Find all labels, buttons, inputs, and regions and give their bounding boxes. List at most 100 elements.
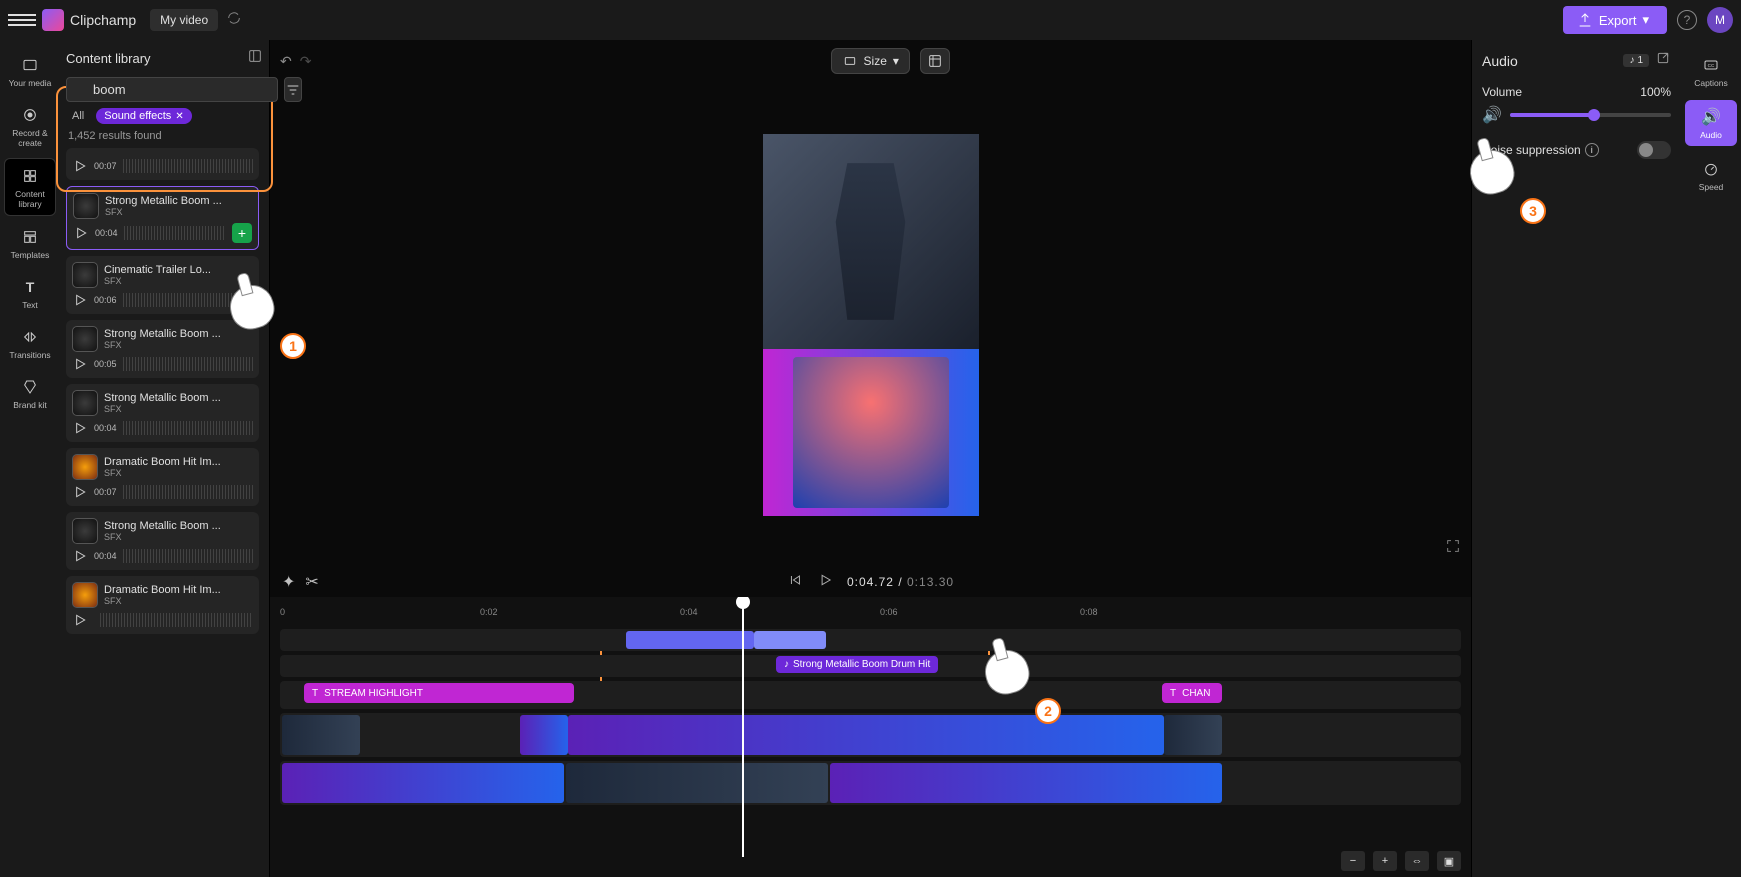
popout-button[interactable] xyxy=(1655,50,1671,71)
menu-button[interactable] xyxy=(8,6,36,34)
sfx-title: Strong Metallic Boom ... xyxy=(104,328,221,340)
chip-remove-icon[interactable]: ✕ xyxy=(175,111,183,122)
video-clip[interactable] xyxy=(568,715,1164,755)
playhead[interactable] xyxy=(742,597,744,857)
media-icon xyxy=(19,54,41,76)
sfx-item[interactable]: Dramatic Boom Hit Im... SFX xyxy=(66,576,259,634)
rail-text[interactable]: T Text xyxy=(4,270,56,316)
sfx-waveform xyxy=(123,293,253,307)
sfx-play-button[interactable] xyxy=(72,158,88,174)
video-track-2[interactable] xyxy=(280,761,1461,805)
rail-label: Captions xyxy=(1694,78,1728,88)
video-clip[interactable] xyxy=(566,763,828,803)
sfx-item[interactable]: 00:07 xyxy=(66,148,259,180)
sfx-play-button[interactable] xyxy=(73,225,89,241)
rail-label: Text xyxy=(22,300,38,310)
zoom-in-button[interactable]: + xyxy=(1373,851,1397,871)
sfx-play-button[interactable] xyxy=(72,292,88,308)
redo-button[interactable]: ↷ xyxy=(300,53,312,70)
video-clip[interactable] xyxy=(282,763,564,803)
video-track-1[interactable] xyxy=(280,713,1461,757)
project-name[interactable]: My video xyxy=(150,9,218,31)
export-label: Export xyxy=(1599,13,1637,28)
sfx-thumbnail xyxy=(72,262,98,288)
export-button[interactable]: Export ▾ xyxy=(1563,6,1667,34)
rail-templates[interactable]: Templates xyxy=(4,220,56,266)
sfx-title: Dramatic Boom Hit Im... xyxy=(104,584,221,596)
rail-record-create[interactable]: Record & create xyxy=(4,98,56,154)
audio-track-2[interactable]: ♪ Strong Metallic Boom Drum Hit xyxy=(280,655,1461,677)
preview-area[interactable] xyxy=(270,82,1471,567)
add-to-timeline-button[interactable]: + xyxy=(232,223,252,243)
sfx-item[interactable]: Cinematic Trailer Lo... SFX 00:06 xyxy=(66,256,259,314)
rail-label: Content library xyxy=(5,189,55,209)
rrail-captions[interactable]: CC Captions xyxy=(1685,48,1737,94)
rail-your-media[interactable]: Your media xyxy=(4,48,56,94)
sfx-play-button[interactable] xyxy=(72,484,88,500)
sfx-item[interactable]: Strong Metallic Boom ... SFX 00:04 xyxy=(66,384,259,442)
undo-button[interactable]: ↶ xyxy=(280,53,292,70)
video-clip[interactable] xyxy=(1164,715,1222,755)
timeline[interactable]: 00:020:040:060:08 ♪ Strong Metallic Boom… xyxy=(270,597,1471,877)
rail-label: Templates xyxy=(11,250,50,260)
sfx-tag: SFX xyxy=(105,207,222,217)
rail-content-library[interactable]: Content library xyxy=(4,158,56,216)
rrail-audio[interactable]: 🔊 Audio xyxy=(1685,100,1737,146)
sfx-thumbnail xyxy=(72,390,98,416)
sfx-item[interactable]: Strong Metallic Boom ... SFX 00:04 + xyxy=(66,186,259,250)
play-button[interactable] xyxy=(817,572,833,593)
video-clip[interactable] xyxy=(830,763,1222,803)
help-button[interactable]: ? xyxy=(1677,10,1697,30)
rail-transitions[interactable]: Transitions xyxy=(4,320,56,366)
panel-title: Content library xyxy=(66,51,151,66)
chip-all[interactable]: All xyxy=(66,108,90,124)
video-clip[interactable] xyxy=(520,715,568,755)
text-clip-b[interactable]: T CHAN xyxy=(1162,683,1222,703)
audio-pill[interactable]: ♪ Strong Metallic Boom Drum Hit xyxy=(776,656,938,673)
rail-label: Transitions xyxy=(9,350,50,360)
video-clip[interactable] xyxy=(282,715,360,755)
badge-count: 1 xyxy=(1637,55,1643,66)
split-button[interactable]: ✂ xyxy=(305,572,318,592)
zoom-out-button[interactable]: − xyxy=(1341,851,1365,871)
sfx-tag: SFX xyxy=(104,276,211,286)
sfx-duration: 00:07 xyxy=(94,487,117,497)
fit-button[interactable]: ⇔ xyxy=(1405,851,1429,871)
aspect-button[interactable] xyxy=(920,48,950,74)
topbar: Clipchamp My video Export ▾ ? M xyxy=(0,0,1741,40)
prev-frame-button[interactable] xyxy=(787,572,803,593)
speaker-icon[interactable]: 🔊 xyxy=(1482,105,1502,125)
fullscreen-button[interactable] xyxy=(1445,538,1461,559)
rail-brand-kit[interactable]: Brand kit xyxy=(4,370,56,416)
volume-slider[interactable] xyxy=(1510,113,1671,117)
user-avatar[interactable]: M xyxy=(1707,7,1733,33)
audio-clip-b[interactable] xyxy=(754,631,826,649)
chip-sound-effects[interactable]: Sound effects ✕ xyxy=(96,108,191,124)
sfx-duration: 00:06 xyxy=(94,295,117,305)
sfx-play-button[interactable] xyxy=(72,548,88,564)
noise-suppression-toggle[interactable] xyxy=(1637,141,1671,159)
audio-clip-a[interactable] xyxy=(626,631,754,649)
rrail-speed[interactable]: Speed xyxy=(1685,152,1737,198)
search-input[interactable] xyxy=(66,77,278,102)
sfx-item[interactable]: Strong Metallic Boom ... SFX 00:05 xyxy=(66,320,259,378)
collapse-panel-button[interactable] xyxy=(247,48,263,69)
sfx-play-button[interactable] xyxy=(72,356,88,372)
sfx-list[interactable]: 00:07 Strong Metallic Boom ... SFX 00:04… xyxy=(66,148,263,869)
sfx-play-button[interactable] xyxy=(72,420,88,436)
sfx-waveform xyxy=(123,485,253,499)
size-button[interactable]: Size ▾ xyxy=(831,48,910,74)
audio-track-1[interactable] xyxy=(280,629,1461,651)
sfx-duration: 00:04 xyxy=(95,228,118,238)
sfx-play-button[interactable] xyxy=(72,612,88,628)
timeline-ruler[interactable]: 00:020:040:060:08 xyxy=(280,603,1461,623)
timeline-settings-button[interactable]: ▣ xyxy=(1437,851,1461,871)
sparkle-button[interactable]: ✦ xyxy=(282,572,295,592)
text-clip-a[interactable]: T STREAM HIGHLIGHT xyxy=(304,683,574,703)
sfx-item[interactable]: Strong Metallic Boom ... SFX 00:04 xyxy=(66,512,259,570)
sfx-item[interactable]: Dramatic Boom Hit Im... SFX 00:07 xyxy=(66,448,259,506)
info-icon[interactable]: i xyxy=(1585,143,1599,157)
sfx-duration: 00:04 xyxy=(94,551,117,561)
sfx-title: Strong Metallic Boom ... xyxy=(105,195,222,207)
text-track[interactable]: T STREAM HIGHLIGHT T CHAN xyxy=(280,681,1461,709)
